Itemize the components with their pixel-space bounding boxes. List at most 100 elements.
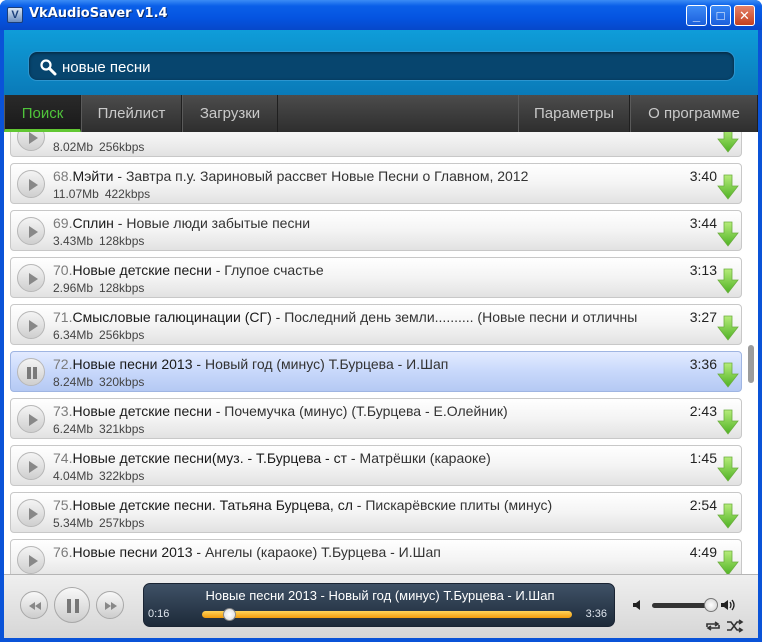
track-title: 72.Новые песни 2013 - Новый год (минус) … [53, 356, 681, 372]
track-meta: 4.04Mb 322kbps [53, 469, 144, 483]
track-title: 70.Новые детские песни - Глупое счастье [53, 262, 681, 278]
app-window: V VkAudioSaver v1.4 _ □ ✕ Поиск Плейлист… [0, 0, 762, 642]
scrollbar-thumb[interactable] [748, 345, 754, 383]
title-bar[interactable]: V VkAudioSaver v1.4 _ □ ✕ [0, 0, 762, 30]
track-number: 74. [53, 450, 73, 466]
track-song: Глупое счастье [224, 262, 324, 278]
track-artist: Новые песни 2013 [72, 544, 193, 560]
track-separator: - [211, 262, 225, 278]
download-icon[interactable] [717, 503, 739, 529]
play-icon[interactable] [17, 264, 45, 292]
track-duration: 3:40 [689, 168, 717, 184]
play-icon[interactable] [17, 405, 45, 433]
track-separator: - [113, 215, 127, 231]
play-icon[interactable] [17, 311, 45, 339]
track-title: 76.Новые песни 2013 - Ангелы (караоке) Т… [53, 544, 681, 560]
track-duration: 2:54 [689, 497, 717, 513]
download-icon[interactable] [717, 409, 739, 435]
track-row[interactable]: 72.Новые песни 2013 - Новый год (минус) … [10, 351, 742, 392]
play-icon[interactable] [17, 546, 45, 574]
track-row[interactable]: 8.02Mb 256kbps [10, 132, 742, 157]
track-row[interactable]: 73.Новые детские песни - Почемучка (мину… [10, 398, 742, 439]
play-icon[interactable] [17, 132, 45, 151]
track-title: 71.Смысловые галюцинации (СГ) - Последни… [53, 309, 681, 325]
track-separator: - [192, 544, 205, 560]
track-size: 5.34Mb [53, 516, 94, 530]
track-row[interactable]: 70.Новые детские песни - Глупое счастье 2… [10, 257, 742, 298]
progress-handle[interactable] [223, 608, 237, 621]
minimize-button[interactable]: _ [686, 5, 707, 26]
maximize-button[interactable]: □ [710, 5, 731, 26]
tab-playlist[interactable]: Плейлист [81, 95, 182, 132]
play-icon[interactable] [17, 217, 45, 245]
track-title: 74.Новые детские песни(муз. - Т.Бурцева … [53, 450, 681, 466]
track-size: 2.96Mb [53, 281, 94, 295]
next-icon [105, 602, 117, 610]
track-song: Пискарёвские плиты (минус) [365, 497, 553, 513]
track-duration: 3:13 [689, 262, 717, 278]
play-icon[interactable] [17, 452, 45, 480]
track-bitrate: 128kbps [99, 281, 145, 295]
pause-icon[interactable] [17, 358, 45, 386]
track-duration: 1:45 [689, 450, 717, 466]
play-icon[interactable] [17, 499, 45, 527]
track-number: 75. [53, 497, 73, 513]
download-icon[interactable] [717, 315, 739, 341]
track-song: Последний день земли.......... (Новые пе… [284, 309, 638, 325]
tab-settings[interactable]: Параметры [518, 95, 630, 132]
track-separator: - [113, 168, 126, 184]
download-icon[interactable] [717, 268, 739, 294]
pause-icon [67, 599, 79, 613]
track-meta: 6.24Mb 321kbps [53, 422, 144, 436]
download-icon[interactable] [717, 221, 739, 247]
track-size: 3.43Mb [53, 234, 94, 248]
tab-about[interactable]: О программе [630, 95, 758, 132]
track-song: Новые люди забытые песни [126, 215, 311, 231]
track-number: 69. [53, 215, 73, 231]
track-separator: - [271, 309, 285, 325]
track-row[interactable]: 74.Новые детские песни(муз. - Т.Бурцева … [10, 445, 742, 486]
pause-button[interactable] [54, 587, 90, 623]
track-duration: 3:44 [689, 215, 717, 231]
track-title: 69.Сплин - Новые люди забытые песни [53, 215, 681, 231]
download-icon[interactable] [717, 550, 739, 574]
track-size: 6.34Mb [53, 328, 94, 342]
track-artist: Новые песни 2013 [72, 356, 193, 372]
track-artist: Новые детские песни [72, 403, 212, 419]
track-number: 70. [53, 262, 73, 278]
now-playing-title: Новые песни 2013 - Новый год (минус) Т.Б… [205, 588, 555, 603]
download-icon[interactable] [717, 174, 739, 200]
search-area [4, 30, 758, 95]
track-row[interactable]: 68.Мэйти - Завтра п.у. Зариновый рассвет… [10, 163, 742, 204]
repeat-icon[interactable] [704, 619, 722, 633]
track-row[interactable]: 71.Смысловые галюцинации (СГ) - Последни… [10, 304, 742, 345]
next-button[interactable] [96, 591, 124, 619]
download-icon[interactable] [717, 362, 739, 388]
track-number: 76. [53, 544, 73, 560]
volume-handle[interactable] [703, 598, 718, 612]
tab-downloads[interactable]: Загрузки [182, 95, 278, 132]
play-icon[interactable] [17, 170, 45, 198]
track-list[interactable]: 8.02Mb 256kbps 68.Мэйти - Завтра п.у. Зари… [4, 132, 758, 574]
track-row[interactable]: 76.Новые песни 2013 - Ангелы (караоке) Т… [10, 539, 742, 574]
tab-search[interactable]: Поиск [4, 95, 81, 132]
previous-button[interactable] [20, 591, 48, 619]
track-size: 11.07Mb [53, 187, 99, 201]
track-row[interactable]: 75.Новые детские песни. Татьяна Бурцева,… [10, 492, 742, 533]
track-artist: Смысловые галюцинации (СГ) [72, 309, 272, 325]
shuffle-icon[interactable] [726, 619, 744, 633]
search-input[interactable] [62, 56, 722, 78]
download-icon[interactable] [717, 132, 739, 153]
search-box[interactable] [28, 51, 735, 81]
track-meta: 5.34Mb 257kbps [53, 516, 144, 530]
progress-bar[interactable] [202, 611, 572, 618]
volume-high-icon[interactable] [720, 598, 738, 612]
track-artist: Новые детские песни [72, 262, 212, 278]
track-row[interactable]: 69.Сплин - Новые люди забытые песни 3.43M… [10, 210, 742, 251]
close-button[interactable]: ✕ [734, 5, 755, 26]
track-duration: 4:49 [689, 544, 717, 560]
download-icon[interactable] [717, 456, 739, 482]
volume-low-icon[interactable] [632, 599, 646, 611]
track-title: 75.Новые детские песни. Татьяна Бурцева,… [53, 497, 681, 513]
track-title: 73.Новые детские песни - Почемучка (мину… [53, 403, 681, 419]
